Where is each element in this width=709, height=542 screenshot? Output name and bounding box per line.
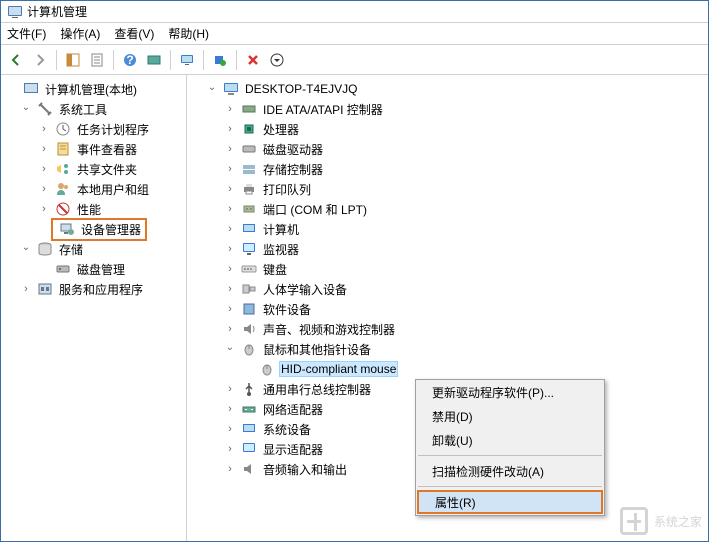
device-mouse-cat[interactable]: 鼠标和其他指针设备 bbox=[187, 339, 708, 359]
software-icon bbox=[241, 301, 257, 317]
navigation-tree: 计算机管理(本地) 系统工具 任务计划程序 事件查看器 共享文件夹 本地用户和组 bbox=[1, 75, 187, 541]
cm-separator bbox=[418, 455, 602, 456]
menu-view[interactable]: 查看(V) bbox=[114, 25, 154, 42]
menu-file[interactable]: 文件(F) bbox=[7, 25, 46, 42]
menu-action[interactable]: 操作(A) bbox=[60, 25, 100, 42]
tree-disk-mgmt[interactable]: 磁盘管理 bbox=[1, 259, 186, 279]
title-bar: 计算机管理 bbox=[1, 1, 708, 23]
show-hide-button[interactable] bbox=[62, 49, 84, 71]
dropdown-button[interactable] bbox=[266, 49, 288, 71]
tree-root[interactable]: 计算机管理(本地) bbox=[1, 79, 186, 99]
sound-icon bbox=[241, 321, 257, 337]
usb-icon bbox=[241, 381, 257, 397]
tree-storage[interactable]: 存储 bbox=[1, 239, 186, 259]
tree-event-viewer[interactable]: 事件查看器 bbox=[1, 139, 186, 159]
disk-icon bbox=[55, 261, 71, 277]
toolbar-separator bbox=[236, 50, 237, 70]
services-icon bbox=[37, 281, 53, 297]
computer-icon bbox=[223, 81, 239, 97]
printer-icon bbox=[241, 181, 257, 197]
device-monitors[interactable]: 监视器 bbox=[187, 239, 708, 259]
device-software[interactable]: 软件设备 bbox=[187, 299, 708, 319]
storage-ctrl-icon bbox=[241, 161, 257, 177]
device-computers[interactable]: 计算机 bbox=[187, 219, 708, 239]
storage-icon bbox=[37, 241, 53, 257]
toolbar-separator bbox=[203, 50, 204, 70]
toolbar: ? bbox=[1, 45, 708, 75]
device-ports[interactable]: 端口 (COM 和 LPT) bbox=[187, 199, 708, 219]
ide-icon bbox=[241, 101, 257, 117]
app-icon bbox=[7, 4, 23, 20]
device-storage-ctrl[interactable]: 存储控制器 bbox=[187, 159, 708, 179]
cm-separator bbox=[418, 486, 602, 487]
device-disk-drives[interactable]: 磁盘驱动器 bbox=[187, 139, 708, 159]
keyboard-icon bbox=[241, 261, 257, 277]
cm-update-driver[interactable]: 更新驱动程序软件(P)... bbox=[416, 380, 604, 404]
tree-local-users[interactable]: 本地用户和组 bbox=[1, 179, 186, 199]
cm-scan[interactable]: 扫描检测硬件改动(A) bbox=[416, 459, 604, 483]
cm-uninstall[interactable]: 卸载(U) bbox=[416, 428, 604, 452]
device-keyboards[interactable]: 键盘 bbox=[187, 259, 708, 279]
cpu-icon bbox=[241, 121, 257, 137]
device-mgr-icon bbox=[59, 221, 75, 237]
help-button[interactable]: ? bbox=[119, 49, 141, 71]
disk-drive-icon bbox=[241, 141, 257, 157]
pc-icon bbox=[241, 221, 257, 237]
action-button[interactable] bbox=[143, 49, 165, 71]
network-icon bbox=[241, 401, 257, 417]
tree-task-scheduler[interactable]: 任务计划程序 bbox=[1, 119, 186, 139]
device-print[interactable]: 打印队列 bbox=[187, 179, 708, 199]
back-button[interactable] bbox=[5, 49, 27, 71]
event-icon bbox=[55, 141, 71, 157]
properties-button[interactable] bbox=[86, 49, 108, 71]
menu-bar: 文件(F) 操作(A) 查看(V) 帮助(H) bbox=[1, 23, 708, 45]
menu-help[interactable]: 帮助(H) bbox=[168, 25, 209, 42]
toolbar-separator bbox=[56, 50, 57, 70]
device-cpu[interactable]: 处理器 bbox=[187, 119, 708, 139]
system-icon bbox=[241, 421, 257, 437]
forward-button[interactable] bbox=[29, 49, 51, 71]
device-sound[interactable]: 声音、视频和游戏控制器 bbox=[187, 319, 708, 339]
device-ide[interactable]: IDE ATA/ATAPI 控制器 bbox=[187, 99, 708, 119]
tree-shared-folders[interactable]: 共享文件夹 bbox=[1, 159, 186, 179]
tree-services[interactable]: 服务和应用程序 bbox=[1, 279, 186, 299]
device-hid-mouse[interactable]: HID-compliant mouse bbox=[187, 359, 708, 379]
uninstall-button[interactable] bbox=[242, 49, 264, 71]
audio-icon bbox=[241, 461, 257, 477]
computer-mgmt-icon bbox=[23, 81, 39, 97]
device-hid[interactable]: 人体学输入设备 bbox=[187, 279, 708, 299]
mouse-icon bbox=[259, 361, 275, 377]
tools-icon bbox=[37, 101, 53, 117]
context-menu: 更新驱动程序软件(P)... 禁用(D) 卸载(U) 扫描检测硬件改动(A) 属… bbox=[415, 379, 605, 516]
share-icon bbox=[55, 161, 71, 177]
display-icon bbox=[241, 441, 257, 457]
mouse-icon bbox=[241, 341, 257, 357]
hid-icon bbox=[241, 281, 257, 297]
clock-icon bbox=[55, 121, 71, 137]
tree-device-manager[interactable]: 设备管理器 bbox=[1, 219, 186, 239]
port-icon bbox=[241, 201, 257, 217]
monitor-icon bbox=[241, 241, 257, 257]
device-root[interactable]: DESKTOP-T4EJVJQ bbox=[187, 79, 708, 99]
monitor-button[interactable] bbox=[176, 49, 198, 71]
svg-text:?: ? bbox=[126, 53, 133, 67]
cm-disable[interactable]: 禁用(D) bbox=[416, 404, 604, 428]
cm-properties[interactable]: 属性(R) bbox=[417, 490, 603, 514]
toolbar-separator bbox=[170, 50, 171, 70]
tree-performance[interactable]: 性能 bbox=[1, 199, 186, 219]
users-icon bbox=[55, 181, 71, 197]
window-title: 计算机管理 bbox=[27, 3, 87, 20]
tree-system-tools[interactable]: 系统工具 bbox=[1, 99, 186, 119]
toolbar-separator bbox=[113, 50, 114, 70]
scan-button[interactable] bbox=[209, 49, 231, 71]
performance-icon bbox=[55, 201, 71, 217]
